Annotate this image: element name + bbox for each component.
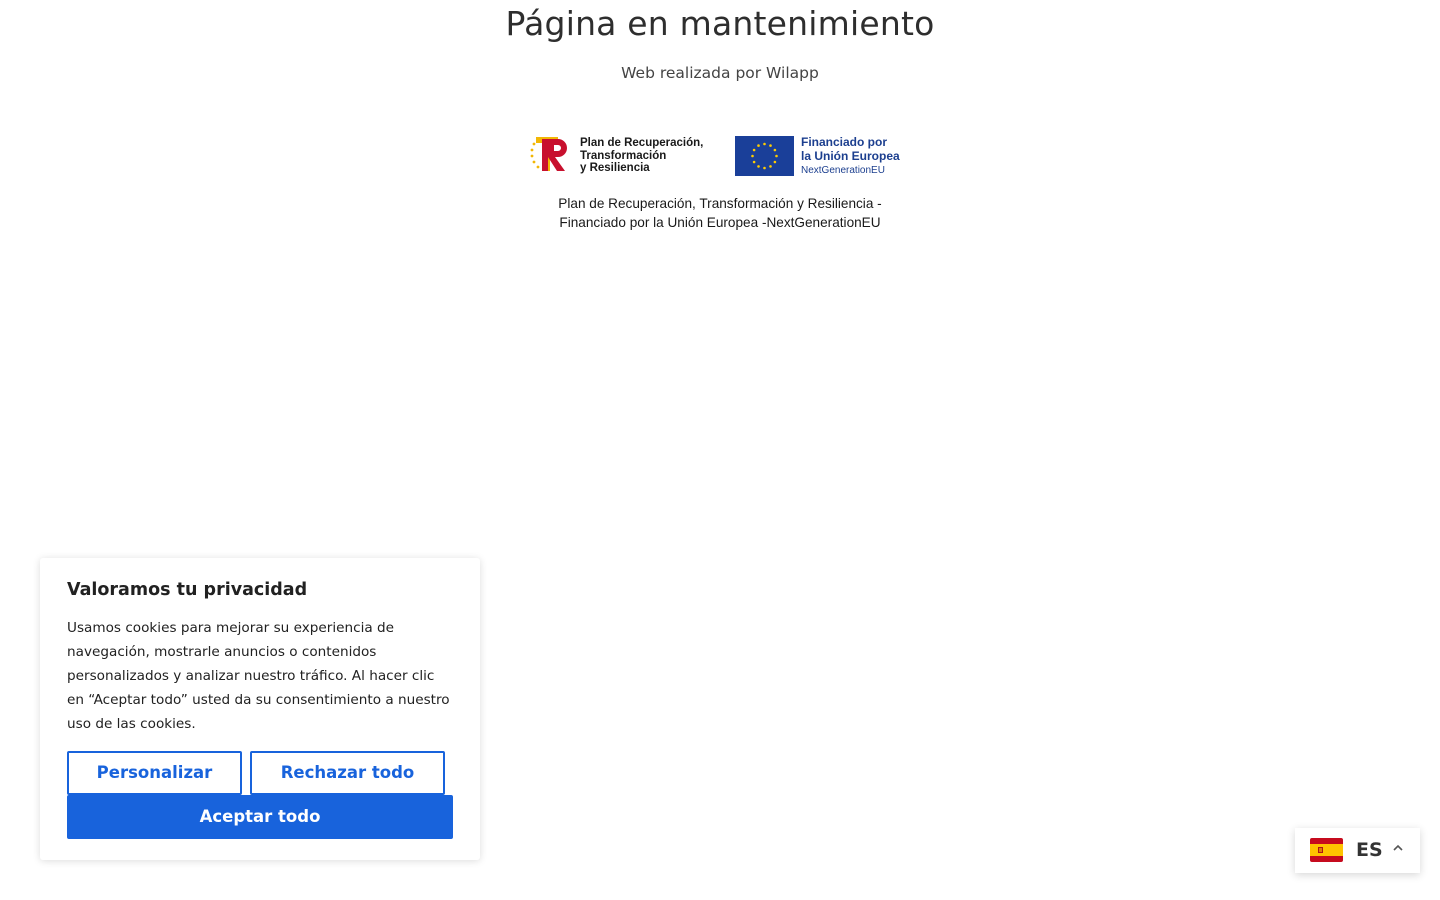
page-subtitle: Web realizada por Wilapp: [621, 64, 819, 82]
accept-all-button[interactable]: Aceptar todo: [67, 795, 453, 839]
chevron-up-icon: [1393, 844, 1403, 851]
cookie-banner-text: Usamos cookies para mejorar su experienc…: [67, 620, 450, 732]
customize-button[interactable]: Personalizar: [67, 751, 242, 795]
maintenance-page: Página en mantenimiento Web realizada po…: [0, 0, 1440, 900]
funding-banner: Plan de Recuperación, Transformación y R…: [528, 130, 912, 236]
language-switcher[interactable]: ES: [1295, 828, 1420, 873]
reject-all-button[interactable]: Rechazar todo: [250, 751, 445, 795]
cookie-banner-title: Valoramos tu privacidad: [67, 580, 308, 600]
prtr-logo-text: Plan de Recuperación, Transformación y R…: [580, 137, 704, 174]
funding-caption: Plan de Recuperación, Transformación y R…: [558, 196, 882, 230]
language-code: ES: [1356, 839, 1383, 861]
page-title: Página en mantenimiento: [505, 4, 935, 43]
eu-funding-text: Financiado por la Unión Europea NextGene…: [801, 135, 900, 176]
eu-flag-icon: [735, 136, 794, 176]
cookie-consent-banner: Valoramos tu privacidad Usamos cookies p…: [40, 558, 480, 860]
spain-flag-icon: [1310, 838, 1343, 862]
prtr-logo-icon: [530, 137, 567, 171]
